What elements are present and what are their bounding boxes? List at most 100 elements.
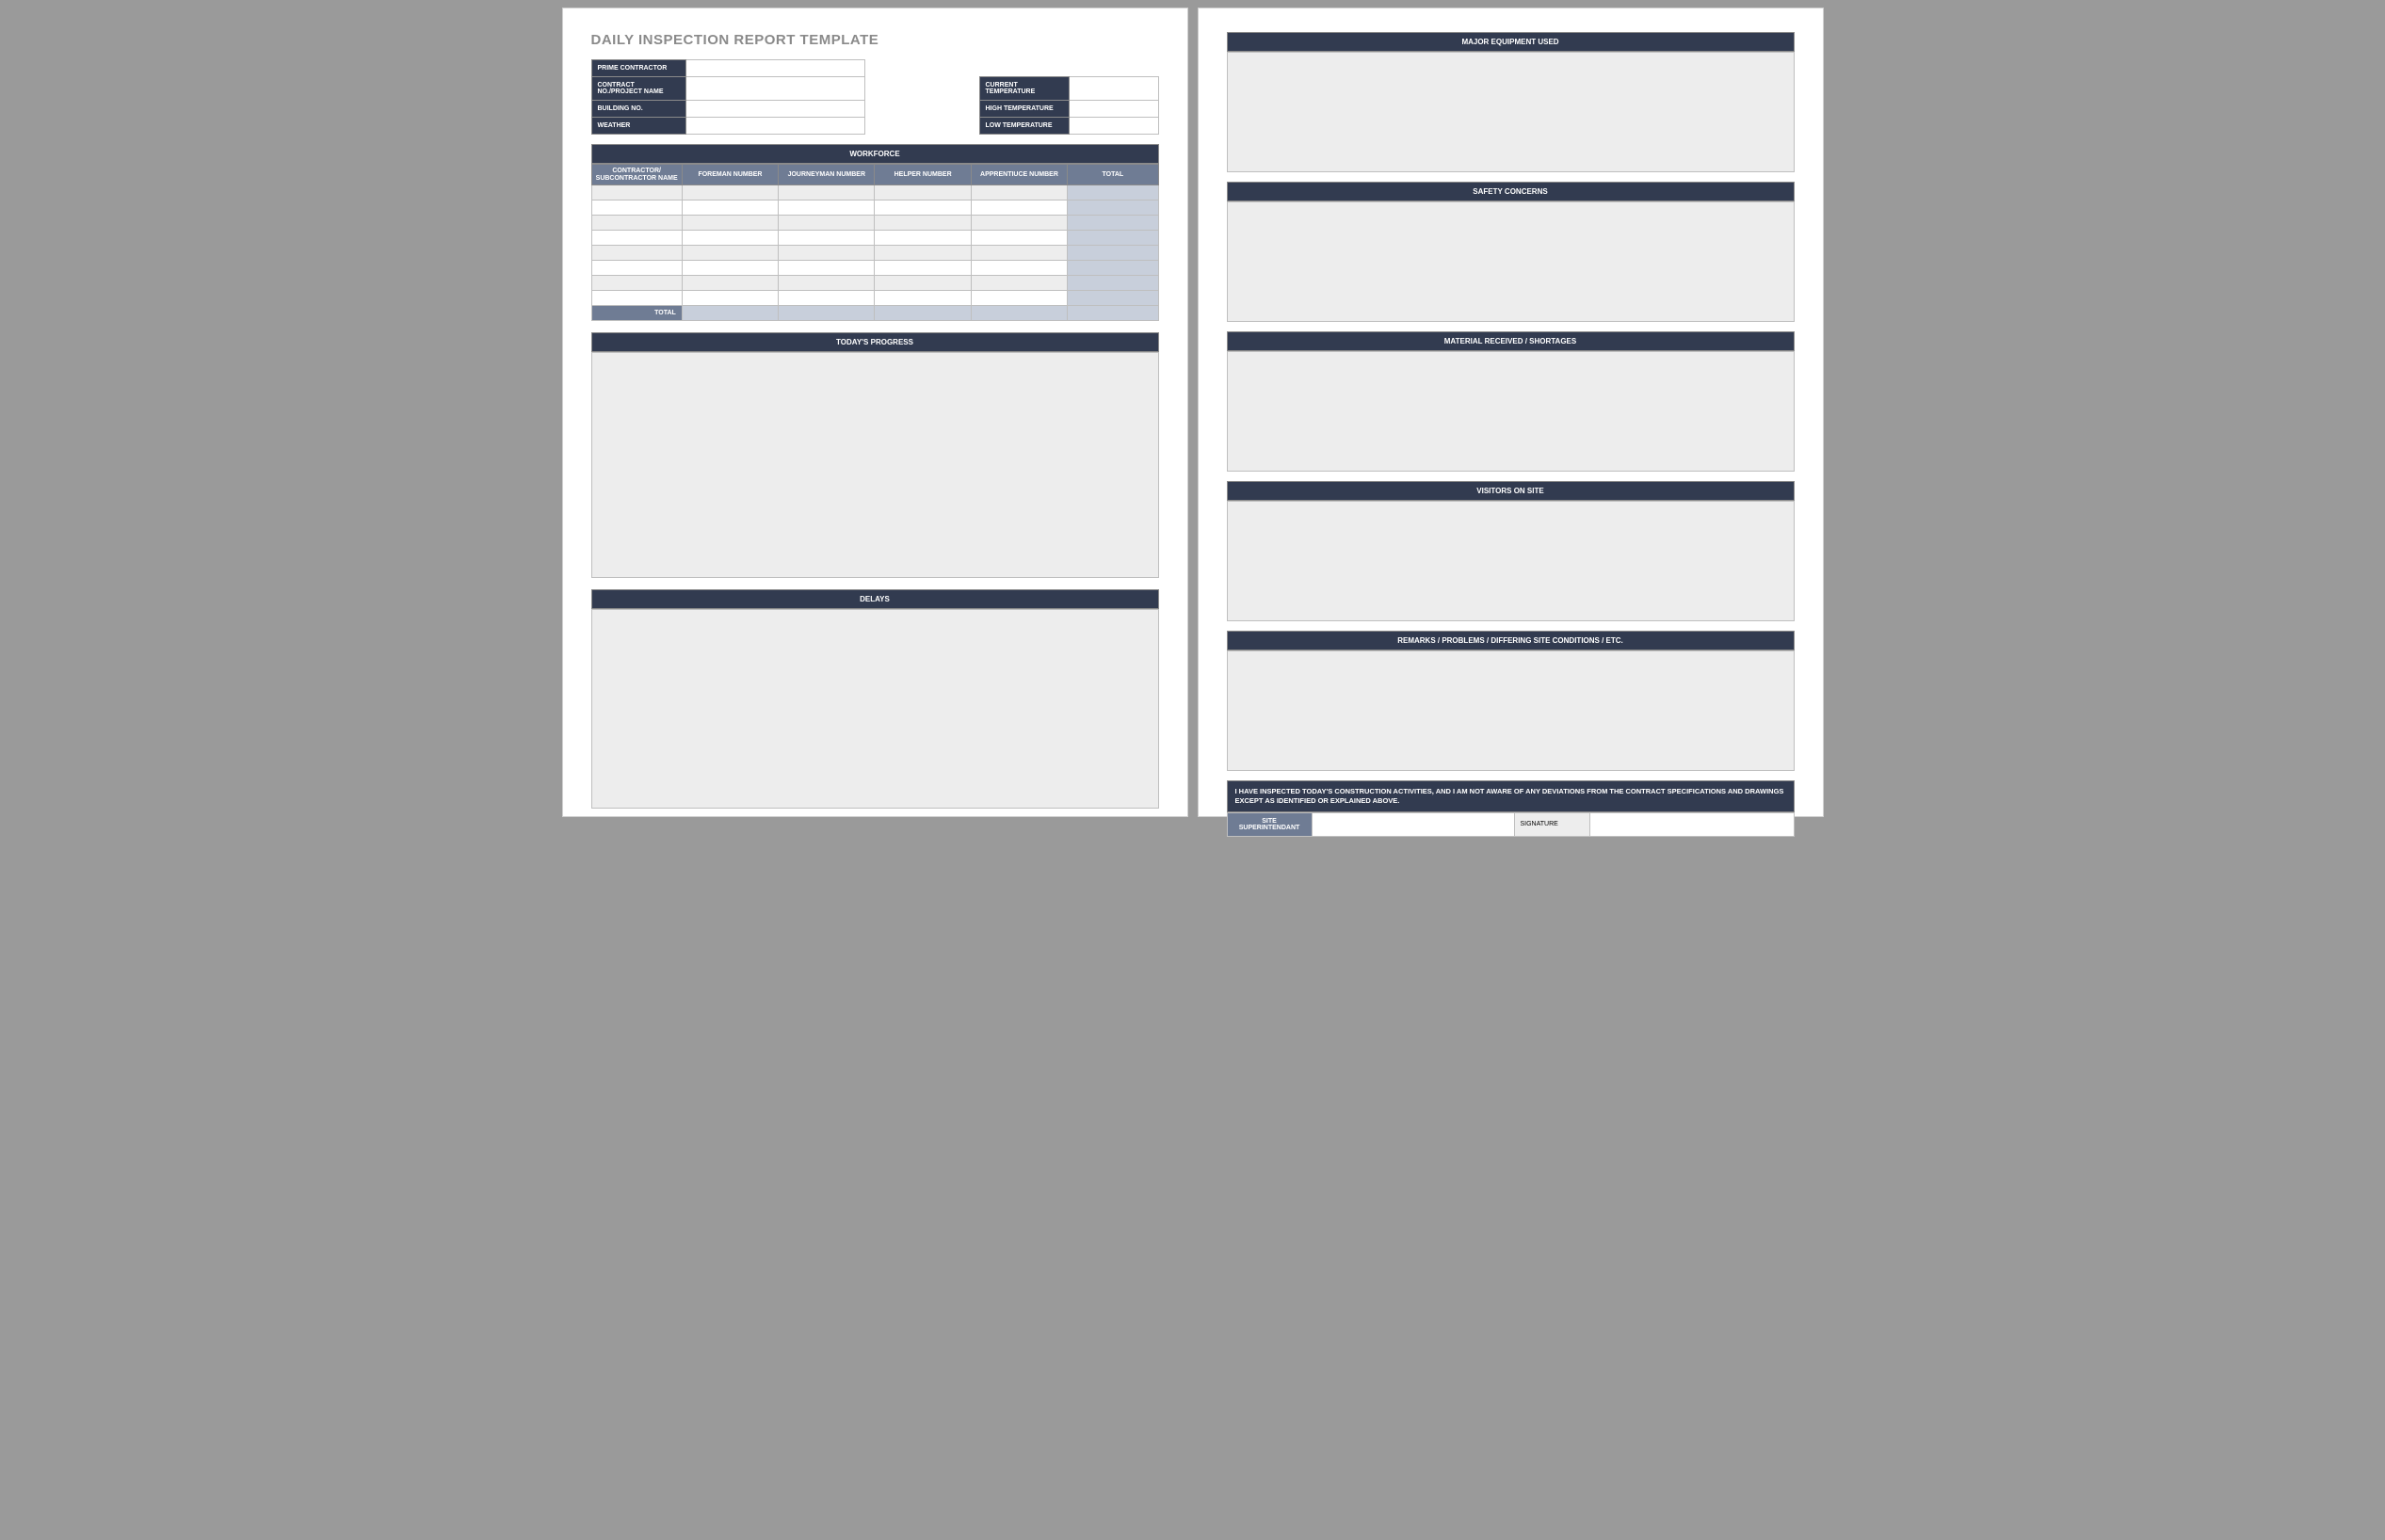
prime-contractor-label: PRIME CONTRACTOR [591,60,685,77]
workforce-total-total [1068,306,1158,321]
table-cell[interactable] [779,276,875,291]
table-cell[interactable] [779,231,875,246]
building-no-field[interactable] [685,101,864,118]
signature-label: SIGNATURE [1514,812,1589,836]
table-cell[interactable] [591,231,682,246]
site-super-field[interactable] [1312,812,1514,836]
safety-section: SAFETY CONCERNS [1227,182,1795,322]
table-cell[interactable] [971,216,1067,231]
table-cell[interactable] [591,216,682,231]
table-row [591,291,1158,306]
table-cell[interactable] [875,276,971,291]
table-cell[interactable] [875,185,971,201]
table-cell[interactable] [682,216,778,231]
table-cell[interactable] [1068,231,1158,246]
table-cell[interactable] [1068,261,1158,276]
table-cell[interactable] [971,201,1067,216]
table-cell[interactable] [875,261,971,276]
equipment-section: MAJOR EQUIPMENT USED [1227,32,1795,172]
table-cell[interactable] [591,185,682,201]
table-cell[interactable] [779,201,875,216]
signoff-table: SITE SUPERINTENDANT SIGNATURE [1227,812,1795,837]
low-temp-field[interactable] [1069,118,1158,135]
building-no-label: BUILDING NO. [591,101,685,118]
material-section: MATERIAL RECEIVED / SHORTAGES [1227,331,1795,472]
contract-no-field[interactable] [685,77,864,101]
equipment-textarea[interactable] [1227,52,1795,172]
workforce-total-journeyman [779,306,875,321]
col-apprentice: APPRENTIUCE NUMBER [971,165,1067,185]
col-helper: HELPER NUMBER [875,165,971,185]
temperature-table: CURRENT TEMPERATURE HIGH TEMPERATURE LOW… [979,76,1159,135]
table-cell[interactable] [875,216,971,231]
table-row [591,185,1158,201]
table-row [591,231,1158,246]
table-cell[interactable] [875,201,971,216]
table-cell[interactable] [875,246,971,261]
table-row [591,246,1158,261]
visitors-header: VISITORS ON SITE [1227,481,1795,501]
table-row [591,201,1158,216]
table-cell[interactable] [779,291,875,306]
table-cell[interactable] [779,216,875,231]
col-contractor: CONTRACTOR/ SUBCONTRACTOR NAME [591,165,682,185]
document-title: DAILY INSPECTION REPORT TEMPLATE [591,32,1159,48]
contract-no-label: CONTRACT NO./PROJECT NAME [591,77,685,101]
current-temp-field[interactable] [1069,77,1158,101]
high-temp-label: HIGH TEMPERATURE [979,101,1069,118]
table-cell[interactable] [1068,185,1158,201]
progress-header: TODAY'S PROGRESS [591,332,1159,352]
col-total: TOTAL [1068,165,1158,185]
compliance-statement: I HAVE INSPECTED TODAY'S CONSTRUCTION AC… [1227,780,1795,812]
delays-header: DELAYS [591,589,1159,609]
table-cell[interactable] [971,276,1067,291]
table-row [591,261,1158,276]
table-cell[interactable] [875,231,971,246]
table-cell[interactable] [779,261,875,276]
table-cell[interactable] [971,246,1067,261]
material-header: MATERIAL RECEIVED / SHORTAGES [1227,331,1795,351]
table-cell[interactable] [682,291,778,306]
table-cell[interactable] [591,276,682,291]
site-super-label: SITE SUPERINTENDANT [1227,812,1312,836]
table-cell[interactable] [682,185,778,201]
table-cell[interactable] [682,246,778,261]
table-cell[interactable] [682,261,778,276]
prime-contractor-field[interactable] [685,60,864,77]
weather-label: WEATHER [591,118,685,135]
header-fields-row: PRIME CONTRACTOR CONTRACT NO./PROJECT NA… [591,59,1159,135]
table-cell[interactable] [682,276,778,291]
table-cell[interactable] [591,201,682,216]
table-row [591,276,1158,291]
table-cell[interactable] [1068,291,1158,306]
material-textarea[interactable] [1227,351,1795,472]
table-cell[interactable] [971,291,1067,306]
table-cell[interactable] [1068,216,1158,231]
table-cell[interactable] [682,201,778,216]
safety-textarea[interactable] [1227,201,1795,322]
table-cell[interactable] [971,261,1067,276]
table-cell[interactable] [971,185,1067,201]
remarks-textarea[interactable] [1227,650,1795,771]
workforce-total-helper [875,306,971,321]
signature-field[interactable] [1589,812,1794,836]
remarks-header: REMARKS / PROBLEMS / DIFFERING SITE COND… [1227,631,1795,650]
table-cell[interactable] [1068,276,1158,291]
page-1: DAILY INSPECTION REPORT TEMPLATE PRIME C… [562,8,1188,817]
table-cell[interactable] [1068,246,1158,261]
table-cell[interactable] [971,231,1067,246]
table-cell[interactable] [591,291,682,306]
table-cell[interactable] [591,261,682,276]
high-temp-field[interactable] [1069,101,1158,118]
visitors-textarea[interactable] [1227,501,1795,621]
delays-textarea[interactable] [591,609,1159,809]
table-cell[interactable] [591,246,682,261]
progress-textarea[interactable] [591,352,1159,578]
table-cell[interactable] [875,291,971,306]
table-cell[interactable] [682,231,778,246]
table-cell[interactable] [779,246,875,261]
table-cell[interactable] [779,185,875,201]
remarks-section: REMARKS / PROBLEMS / DIFFERING SITE COND… [1227,631,1795,771]
table-cell[interactable] [1068,201,1158,216]
weather-field[interactable] [685,118,864,135]
